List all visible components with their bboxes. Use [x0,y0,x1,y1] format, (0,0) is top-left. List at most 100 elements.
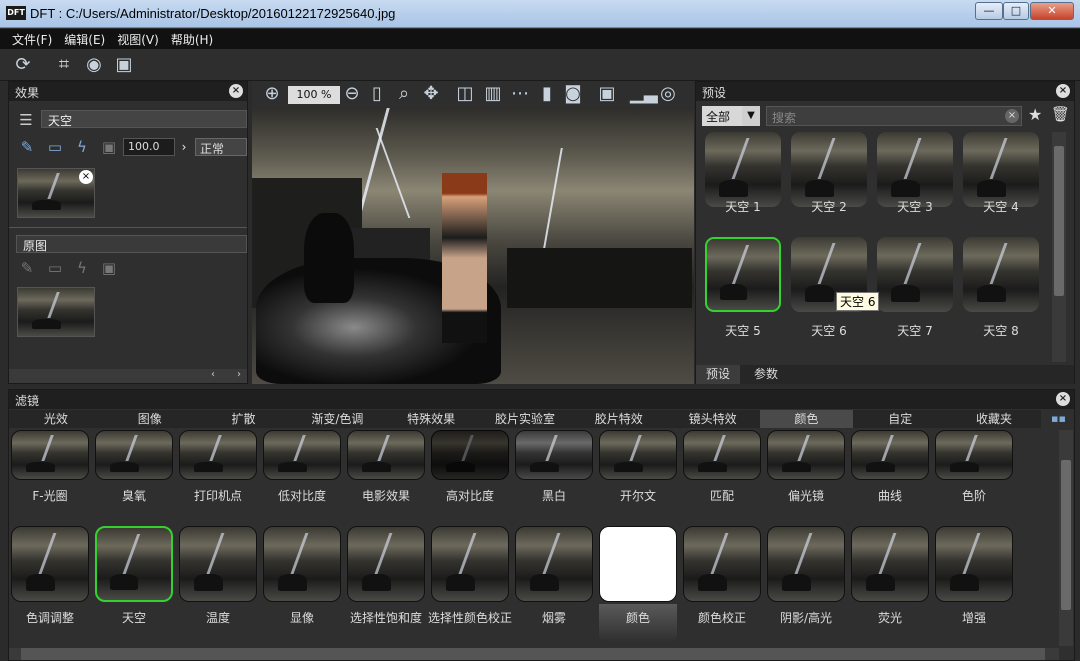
preset-tile-selected[interactable] [705,237,781,312]
zoom-in-icon[interactable]: ⊕ [260,82,284,106]
pan-icon[interactable]: ✥ [419,82,443,106]
monitor-icon[interactable]: ▭ [45,137,65,157]
filter-tile[interactable] [767,430,845,480]
filter-tile[interactable] [851,430,929,480]
tab-diffusion[interactable]: 扩散 [197,410,291,428]
search-input[interactable]: 搜索 [766,106,1022,126]
filter-tile[interactable] [431,430,509,480]
blend-mode-select[interactable]: 正常 [195,138,247,156]
close-effects-icon[interactable]: × [229,84,243,98]
tab-image[interactable]: 图像 [103,410,197,428]
tab-film-effects[interactable]: 胶片特效 [572,410,666,428]
preset-tile[interactable] [963,132,1039,207]
image-viewer[interactable] [252,108,694,384]
tab-parameters[interactable]: 参数 [746,365,786,384]
close-window-button[interactable]: ✕ [1030,2,1074,20]
tab-color[interactable]: 颜色 [759,410,854,428]
chevron-down-icon[interactable]: ▼ [742,106,760,126]
filter-label: 天空 [121,611,146,625]
preset-tile[interactable] [963,237,1039,312]
refresh-icon[interactable]: ⟳ [11,53,35,77]
menu-help[interactable]: 帮助(H) [165,29,219,50]
filters-horizontal-scrollbar[interactable] [9,648,1059,660]
filter-tile[interactable] [179,430,257,480]
scroll-right-icon[interactable]: › [233,369,245,383]
filter-label: 烟雾 [541,611,566,625]
filter-tile[interactable] [263,430,341,480]
menu-file[interactable]: 文件(F) [6,29,58,50]
grid-view-icon[interactable]: ▪▪ [1051,412,1067,426]
filter-tile[interactable] [851,526,929,602]
tab-light-effects[interactable]: 光效 [9,410,103,428]
filter-tile[interactable] [11,526,89,602]
picture-icon[interactable]: ▣ [595,82,619,106]
scroll-thumb[interactable] [1054,146,1064,296]
fit-page-icon[interactable]: ▯ [365,82,389,106]
tab-presets[interactable]: 预设 [696,365,740,384]
minimize-button[interactable]: — [975,2,1003,20]
tab-favorites[interactable]: 收藏夹 [947,410,1041,428]
filter-tile[interactable] [347,430,425,480]
opacity-field[interactable]: 100.0 [123,138,175,156]
filter-tile-selected[interactable] [95,526,173,602]
filter-tile[interactable] [11,430,89,480]
single-view-icon[interactable]: ▮ [535,82,559,106]
preset-tile[interactable] [877,132,953,207]
close-presets-icon[interactable]: × [1056,84,1070,98]
magnifier-icon[interactable]: ⌕ [392,82,416,106]
split-view-icon[interactable]: ◫ [453,82,477,106]
filter-tile[interactable] [515,526,593,602]
tab-gradient-tone[interactable]: 渐变/色调 [290,410,384,428]
rotate-icon[interactable]: ◉ [82,53,106,77]
filter-tile[interactable] [683,526,761,602]
filter-tile[interactable] [935,526,1013,602]
filter-tile[interactable] [431,526,509,602]
filter-tile-color[interactable] [599,526,677,602]
filter-tile[interactable] [935,430,1013,480]
tab-lens-effects[interactable]: 镜头特效 [666,410,760,428]
filter-tile[interactable] [95,430,173,480]
filters-tabs: 光效 图像 扩散 渐变/色调 特殊效果 胶片实验室 胶片特效 镜头特效 颜色 自… [9,410,1041,428]
chevron-right-icon[interactable]: › [177,138,191,156]
compare-icon[interactable]: ▥ [481,82,505,106]
filter-tile[interactable] [515,430,593,480]
filter-tile[interactable] [347,526,425,602]
tab-film-lab[interactable]: 胶片实验室 [478,410,572,428]
zoom-field[interactable]: 100 % [288,86,340,104]
trash-icon[interactable]: 🗑 [1051,105,1070,125]
filter-tile[interactable] [599,430,677,480]
filter-tile[interactable] [767,526,845,602]
filters-scrollbar[interactable] [1059,430,1073,646]
layer-name[interactable]: 天空 [41,110,247,128]
presets-scrollbar[interactable] [1052,132,1066,362]
split-horizontal-icon[interactable]: ⋯ [508,82,532,106]
star-icon[interactable]: ★ [1028,105,1046,125]
filter-tile[interactable] [263,526,341,602]
image-icon[interactable]: ▣ [99,137,119,157]
preset-tile[interactable] [877,237,953,312]
menu-view[interactable]: 视图(V) [111,29,165,50]
maximize-button[interactable]: □ [1003,2,1029,20]
edit-icon[interactable]: ✎ [17,137,37,157]
histogram-icon[interactable]: ▁▃ [630,82,658,106]
scroll-left-icon[interactable]: ‹ [207,369,219,383]
scroll-thumb[interactable] [1061,460,1071,610]
fit-frame-icon[interactable]: ▣ [112,53,136,77]
crop-icon[interactable]: ⌗ [52,53,76,77]
tab-special-effects[interactable]: 特殊效果 [384,410,478,428]
filter-tile[interactable] [179,526,257,602]
preset-tile[interactable] [705,132,781,207]
remove-effect-icon[interactable]: × [79,170,93,184]
zoom-out-icon[interactable]: ⊖ [340,82,364,106]
horizontal-scrollbar[interactable]: ‹ › [9,369,247,383]
close-filters-icon[interactable]: × [1056,392,1070,406]
camera-icon[interactable]: ◙ [561,82,585,106]
preset-tile[interactable] [791,132,867,207]
loupe-icon[interactable]: ◎ [656,82,680,106]
tab-custom[interactable]: 自定 [853,410,947,428]
menu-edit[interactable]: 编辑(E) [58,29,111,50]
scroll-thumb[interactable] [21,648,1045,660]
lightning-icon[interactable]: ϟ [72,137,92,157]
clear-search-icon[interactable]: × [1005,109,1019,123]
filter-tile[interactable] [683,430,761,480]
